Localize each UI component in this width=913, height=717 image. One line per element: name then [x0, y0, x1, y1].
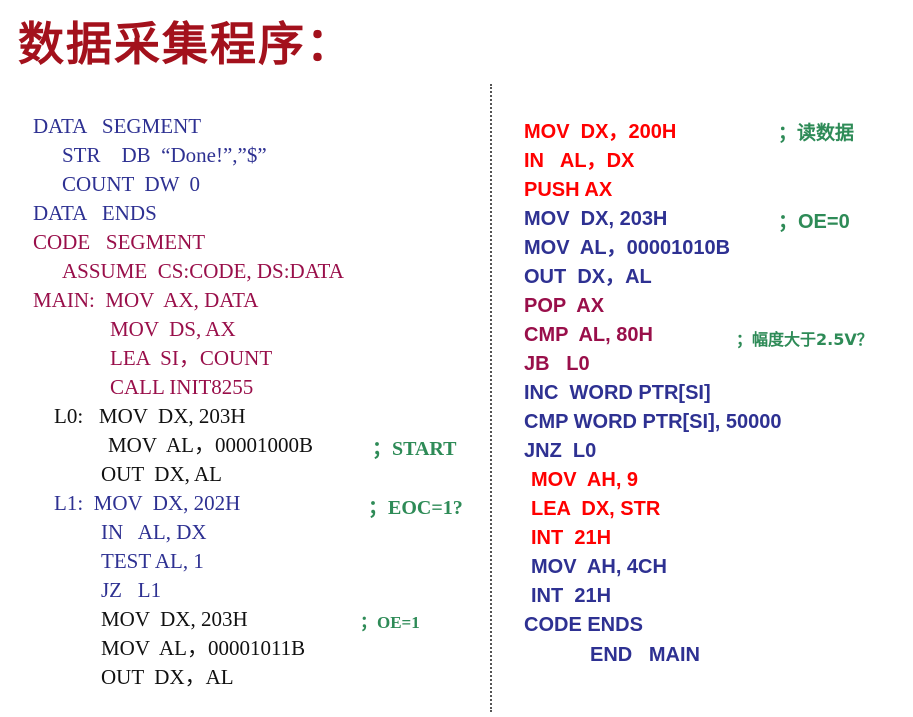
code-line-mov-dx-200: MOV DX，200H	[524, 121, 677, 143]
code-line-mov-ah-9: MOV AH, 9	[531, 469, 639, 491]
code-line-mov-al-oe: MOV AL，00001011B	[101, 636, 306, 660]
code-line-lea-dx: LEA DX, STR	[531, 498, 661, 520]
code-line-code-ends: CODE ENDS	[524, 614, 643, 636]
code-line-assume: ASSUME CS:CODE, DS:DATA	[62, 259, 344, 283]
code-line-inc: INC WORD PTR[SI]	[524, 382, 711, 404]
code-line-mov-ah-4c: MOV AH, 4CH	[531, 556, 667, 578]
code-line-test: TEST AL, 1	[101, 549, 204, 573]
code-line-code-segment: CODE SEGMENT	[33, 230, 206, 254]
column-divider	[490, 84, 492, 712]
code-line-out-oe: OUT DX，AL	[101, 665, 234, 689]
comment-start: ；START	[372, 438, 457, 460]
code-line-jz: JZ L1	[101, 578, 162, 602]
code-line-in-al-dx: IN AL，DX	[524, 150, 635, 172]
code-line-data-ends: DATA ENDS	[33, 201, 157, 225]
code-line-call-init: CALL INIT8255	[110, 375, 254, 399]
code-line-push: PUSH AX	[524, 179, 613, 201]
comment-read-data: ；读数据	[778, 122, 855, 144]
code-line-mov-dx-oe: MOV DX, 203H	[101, 607, 248, 631]
code-line-mov-al-start: MOV AL，00001000B	[108, 433, 313, 457]
code-line-cmp-word: CMP WORD PTR[SI], 50000	[524, 411, 782, 433]
code-line-l0: L0: MOV DX, 203H	[54, 404, 246, 428]
code-line-end-main: END MAIN	[590, 644, 700, 666]
page-title: 数据采集程序：	[18, 17, 354, 71]
comment-amplitude: ；幅度大于2.5V？	[736, 330, 873, 349]
code-line-out-oe0: OUT DX，AL	[524, 266, 652, 288]
code-line-int-21-exit: INT 21H	[531, 585, 612, 607]
code-line-pop: POP AX	[524, 295, 605, 317]
comment-oe0: ；OE=0	[778, 211, 850, 233]
code-line-jnz: JNZ L0	[524, 440, 597, 462]
code-line-in-al: IN AL, DX	[101, 520, 207, 544]
code-line-jb: JB L0	[524, 353, 590, 375]
code-line-lea-si: LEA SI，COUNT	[110, 346, 273, 370]
code-line-mov-al-oe0: MOV AL，00001010B	[524, 237, 731, 259]
code-line-int-21-print: INT 21H	[531, 527, 612, 549]
code-line-l1: L1: MOV DX, 202H	[54, 491, 241, 515]
comment-eoc: ；EOC=1?	[368, 497, 463, 519]
code-line-main: MAIN: MOV AX, DATA	[33, 288, 259, 312]
code-line-cmp-al: CMP AL, 80H	[524, 324, 653, 346]
code-line-mov-ds: MOV DS, AX	[110, 317, 236, 341]
code-line-out-start: OUT DX, AL	[101, 462, 222, 486]
code-line-data-segment: DATA SEGMENT	[33, 114, 202, 138]
code-line-mov-dx-203: MOV DX, 203H	[524, 208, 668, 230]
comment-oe1: ；OE=1	[360, 613, 420, 632]
code-line-count: COUNT DW 0	[62, 172, 201, 196]
code-line-str: STR DB “Done!”,”$”	[62, 143, 267, 167]
